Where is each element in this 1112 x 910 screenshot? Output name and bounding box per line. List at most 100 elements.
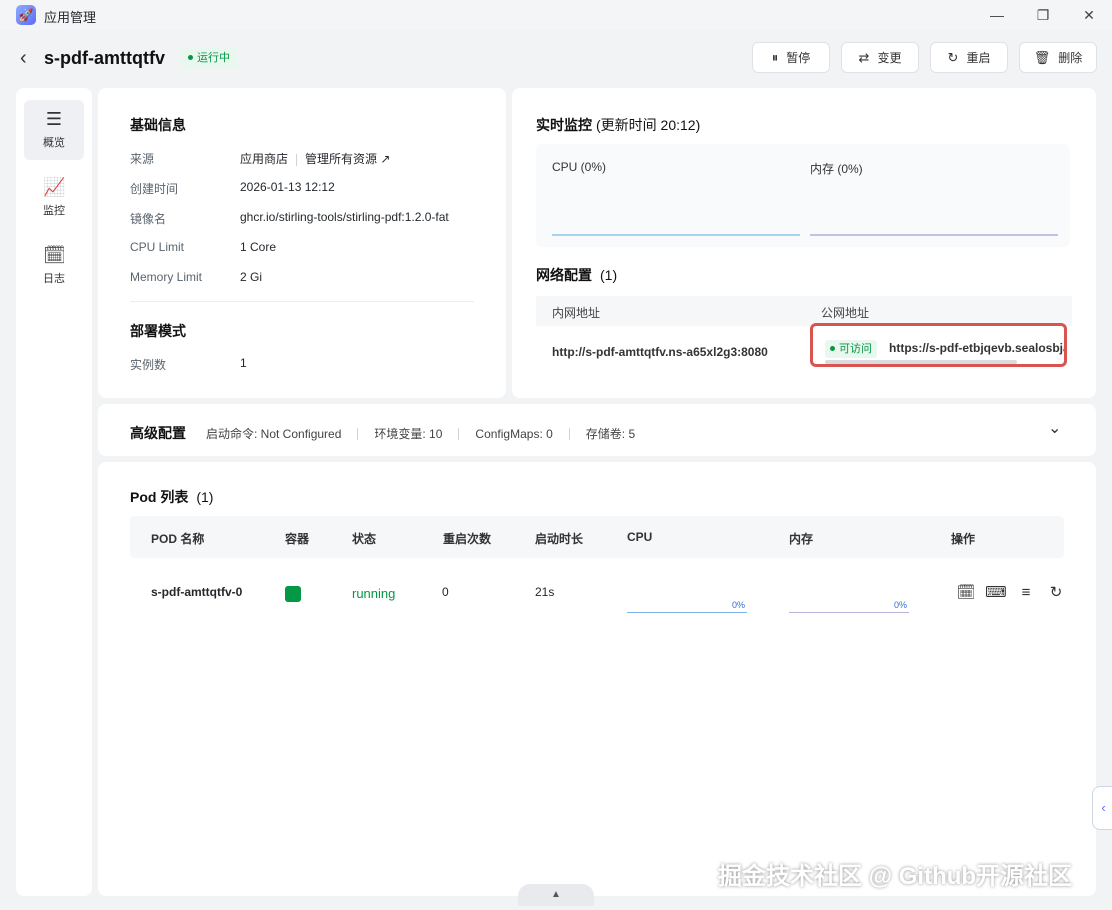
maximize-icon[interactable]: ❐ [1028,4,1058,26]
public-address-cell: 可访问 https://s-pdf-etbjqevb.sealosbja [810,323,1067,367]
image-value: ghcr.io/stirling-tools/stirling-pdf:1.2.… [240,210,449,224]
col-uptime: 启动时长 [535,532,584,546]
pod-restarts: 0 [442,585,449,599]
accessible-badge: 可访问 [825,340,877,358]
chevron-down-icon[interactable]: ⌄ [1048,418,1061,438]
delete-label: 删除 [1058,51,1083,65]
divider [458,427,460,440]
container-status-icon[interactable] [285,586,301,602]
swap-icon: ⇄ [858,49,870,65]
public-url-link[interactable]: https://s-pdf-etbjqevb.sealosbja [889,341,1064,355]
chevron-up-icon[interactable]: ▲ [518,884,594,906]
divider [568,427,570,440]
source-text: 应用商店 [240,152,289,166]
trash-icon: 🗑 [1033,49,1051,65]
col-pod-name: POD 名称 [151,532,205,546]
calendar-icon: 🗓 [43,245,66,265]
pod-list-card: Pod 列表 (1) POD 名称 容器 状态 重启次数 启动时长 CPU 内存 … [98,462,1096,896]
advanced-config-card[interactable]: 高级配置 启动命令: Not Configured 环境变量: 10 ConfigM… [98,404,1096,456]
chevron-left-icon[interactable]: ‹ [1092,786,1112,830]
close-icon[interactable]: ✕ [1074,4,1104,26]
col-restarts: 重启次数 [443,532,492,546]
replicas-label: 实例数 [130,358,167,372]
title-bar: 🚀 应用管理 — ❐ ✕ [0,0,1112,30]
source-label: 来源 [130,152,155,166]
source-value: 应用商店 管理所有资源 ↗ [240,150,390,167]
status-dot-icon [188,54,193,60]
restart-button[interactable]: ↻ 重启 [930,42,1008,73]
cpu-usage-line [627,612,747,613]
calendar-icon[interactable]: 🗓 [955,582,977,604]
col-container: 容器 [285,532,310,546]
pod-table-header: POD 名称 容器 状态 重启次数 启动时长 CPU 内存 操作 [130,516,1064,558]
divider [130,301,474,302]
restart-label: 重启 [966,51,991,65]
pod-uptime: 21s [535,585,555,599]
divider [296,153,298,166]
status-dot-icon [830,345,835,351]
accessible-text: 可访问 [839,343,872,355]
status-badge: 运行中 [180,47,238,69]
basic-info-title: 基础信息 [130,117,186,133]
cpu-limit-label: CPU Limit [130,240,185,254]
terminal-icon[interactable]: ⌨ [985,582,1007,604]
monitor-title-text: 实时监控 [536,117,592,133]
page-header: ‹ s-pdf-amttqtfv 运行中 ⏸ 暂停 ⇄ 变更 ↻ 重启 🗑 删除 [0,30,1112,88]
memory-usage-line [789,612,909,613]
cpu-monitor-label: CPU (0%) [552,160,607,174]
status-text: 运行中 [197,52,230,64]
delete-button[interactable]: 🗑 删除 [1019,42,1097,73]
back-icon[interactable]: ‹ [20,48,27,68]
col-actions: 操作 [951,532,976,546]
pod-list-title: Pod 列表 (1) [130,487,213,507]
cpu-usage-value: 0% [731,600,745,610]
volumes-item: 存储卷: 5 [585,427,636,441]
change-button[interactable]: ⇄ 变更 [841,42,919,73]
deploy-mode-title: 部署模式 [130,323,186,339]
start-command-item: 启动命令: Not Configured [206,427,342,441]
watermark: 掘金技术社区 @ Github开源社区 [718,863,1073,890]
pause-label: 暂停 [786,51,811,65]
restart-icon[interactable]: ↻ [1045,582,1067,604]
server-icon: ☰ [45,109,63,129]
configmaps-item: ConfigMaps: 0 [475,427,553,441]
replicas-value: 1 [240,356,247,370]
divider [357,427,359,440]
horizontal-scrollbar[interactable] [825,360,1017,364]
sidebar-item-monitor[interactable]: 📈 监控 [24,168,84,228]
minimize-icon[interactable]: — [982,4,1012,26]
page-title: s-pdf-amttqtfv [44,48,165,68]
col-memory: 内存 [789,532,814,546]
sidebar-item-label: 监控 [43,205,65,217]
public-address-header: 公网地址 [821,306,870,320]
memory-limit-value: 2 Gi [240,270,263,284]
pause-button[interactable]: ⏸ 暂停 [752,42,830,73]
memory-monitor-line [810,234,1058,236]
window-title: 应用管理 [44,10,97,25]
basic-info-card: 基础信息 来源 应用商店 管理所有资源 ↗ 创建时间 2026-01-13 12:… [98,88,506,398]
details-icon[interactable]: ≡ [1015,582,1037,604]
sidebar: ☰ 概览 📈 监控 🗓 日志 [16,88,92,896]
col-status: 状态 [352,532,377,546]
monitor-title: 实时监控 (更新时间 20:12) [536,115,700,135]
cpu-monitor-line [552,234,800,236]
created-value: 2026-01-13 12:12 [240,180,335,194]
advanced-config-title: 高级配置 [130,425,186,441]
created-label: 创建时间 [130,182,179,196]
monitor-network-card: 实时监控 (更新时间 20:12) CPU (0%) 内存 (0%) 网络配置 (1… [512,88,1096,398]
network-table-header: 内网地址 公网地址 [536,296,1072,326]
network-count: (1) [600,267,618,283]
restart-icon: ↻ [947,49,959,65]
pod-name: s-pdf-amttqtfv-0 [151,585,243,599]
inner-address[interactable]: http://s-pdf-amttqtfv.ns-a65xl2g3:8080 [552,345,768,359]
manage-resources-link[interactable]: 管理所有资源 ↗ [305,152,390,166]
inner-address-header: 内网地址 [552,306,601,320]
pod-list-title-text: Pod 列表 [130,489,189,505]
sidebar-item-overview[interactable]: ☰ 概览 [24,100,84,160]
sidebar-item-logs[interactable]: 🗓 日志 [24,236,84,296]
image-label: 镜像名 [130,212,167,226]
col-cpu: CPU [627,530,653,544]
sidebar-item-label: 日志 [43,273,65,285]
pod-status: running [352,586,396,601]
pod-count: (1) [196,489,214,505]
